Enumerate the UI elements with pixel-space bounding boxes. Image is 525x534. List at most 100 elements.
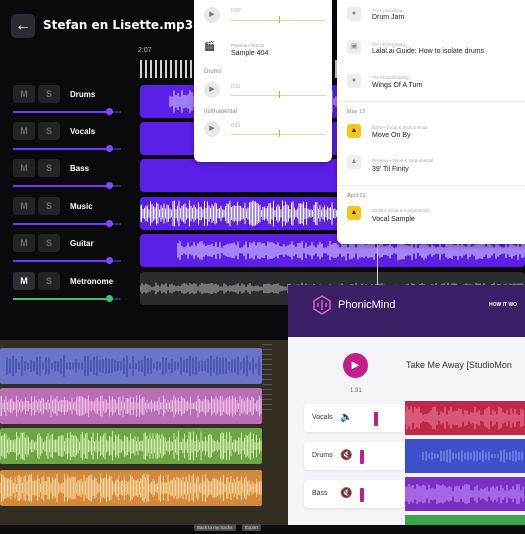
volume-slider[interactable]: [13, 295, 121, 302]
section-label: Instrumental: [204, 109, 238, 115]
waveform-vocals[interactable]: [405, 401, 525, 435]
mute-button[interactable]: M: [13, 197, 35, 215]
mute-button[interactable]: M: [13, 85, 35, 103]
volume-slider[interactable]: [360, 488, 364, 502]
waveform-track-4[interactable]: [0, 470, 262, 506]
date-heading: April 23: [347, 193, 366, 199]
song-title: Take Me Away [StudioMon: [406, 360, 512, 370]
waveform-trace: [405, 406, 524, 430]
waveform-trace: [405, 483, 524, 505]
section-label: Drums: [204, 69, 222, 75]
volume-slider-knob[interactable]: [106, 295, 114, 302]
mute-button[interactable]: M: [13, 122, 35, 140]
solo-button[interactable]: S: [38, 234, 60, 252]
lock-icon: ●: [347, 7, 361, 21]
phonicmind-panel: PhonicMind HOW IT WO ▶ Take Me Away [Stu…: [288, 285, 525, 525]
clapperboard-icon: 🎬: [204, 41, 216, 51]
preview-time: 0:42: [231, 8, 241, 14]
stem-control-drums: Drums 🔇: [304, 442, 404, 470]
waveform-other[interactable]: [405, 515, 525, 525]
song-time: 1:31: [350, 388, 362, 394]
nav-how-it-works[interactable]: HOW IT WO: [489, 302, 517, 308]
solo-button[interactable]: S: [38, 197, 60, 215]
stem-label: Vocals: [312, 414, 333, 421]
scroll-handle[interactable]: [262, 340, 272, 410]
waveform-trace: [6, 355, 260, 377]
play-icon[interactable]: ▶: [204, 82, 220, 98]
volume-slider-knob[interactable]: [106, 182, 114, 189]
waveform-icon: ▲: [347, 206, 361, 220]
track-name-label: Music: [70, 202, 93, 211]
play-icon[interactable]: ▶: [343, 353, 368, 378]
processing-icon: ▣: [347, 40, 361, 54]
item-meta: 7% • Unlocking...: [372, 8, 407, 13]
solo-button[interactable]: S: [38, 85, 60, 103]
waveform-track-1[interactable]: [0, 348, 262, 384]
track-name-label: Drums: [70, 90, 96, 99]
volume-slider[interactable]: [374, 412, 378, 426]
volume-slider[interactable]: [13, 182, 121, 189]
waveform-trace: [0, 431, 262, 461]
volume-slider-fill: [13, 185, 111, 187]
progress-marker: [279, 16, 280, 23]
brand-name[interactable]: PhonicMind: [338, 299, 395, 311]
volume-slider-knob[interactable]: [106, 108, 114, 115]
back-arrow-icon[interactable]: ←: [11, 14, 35, 38]
volume-slider[interactable]: [13, 145, 121, 152]
item-title[interactable]: 39' Til Finity: [372, 166, 409, 173]
multitrack-buttons: Back to my tracks Export: [194, 516, 263, 534]
stem-control-vocals: Vocals 🔈: [304, 404, 404, 432]
volume-slider[interactable]: [13, 257, 121, 264]
item-meta: 7% • Downloading...: [372, 75, 413, 80]
volume-slider-fill: [13, 260, 111, 262]
back-to-tracks-button[interactable]: Back to my tracks: [194, 524, 236, 531]
item-meta: 1% • Processing...: [372, 42, 409, 47]
stem-control-bass: Bass 🔇: [304, 480, 404, 508]
track-name-label: Bass: [70, 164, 90, 173]
volume-slider-fill: [13, 223, 111, 225]
volume-slider-knob[interactable]: [106, 145, 114, 152]
waveform-drums[interactable]: [405, 439, 525, 473]
track-name-label: Vocals: [70, 127, 96, 136]
solo-button[interactable]: S: [38, 272, 60, 290]
timecode: 2:07: [138, 47, 152, 54]
play-icon[interactable]: ▶: [204, 7, 220, 23]
waveform-bass[interactable]: [405, 477, 525, 511]
item-title[interactable]: Move On By: [372, 132, 411, 139]
preview-time: 0:11: [231, 123, 241, 129]
speaker-mute-icon[interactable]: 🔇: [340, 450, 352, 461]
item-title[interactable]: Lalal.ai Guide: How to isolate drums: [372, 48, 484, 55]
speaker-icon[interactable]: 🔈: [340, 412, 352, 423]
waveform-track-3[interactable]: [0, 428, 262, 464]
stem-label: Drums: [312, 452, 333, 459]
volume-slider[interactable]: [360, 450, 364, 464]
volume-slider[interactable]: [13, 108, 121, 115]
divider: [337, 101, 525, 102]
item-title[interactable]: Drum Jam: [372, 14, 404, 21]
volume-slider[interactable]: [13, 220, 121, 227]
volume-slider-knob[interactable]: [106, 257, 114, 264]
waveform-track-2[interactable]: [0, 388, 262, 424]
export-button[interactable]: Export: [241, 524, 261, 531]
mute-button[interactable]: M: [13, 159, 35, 177]
multitrack-editor: [0, 340, 290, 525]
speaker-mute-icon[interactable]: 🔇: [340, 488, 352, 499]
play-icon[interactable]: ▶: [204, 121, 220, 137]
item-title[interactable]: Vocal Sample: [372, 216, 415, 223]
mute-button[interactable]: M: [13, 272, 35, 290]
preview-time: 0:11: [231, 84, 241, 90]
phonicmind-logo-icon[interactable]: [312, 295, 332, 315]
preview-title[interactable]: Sample 404: [231, 50, 268, 57]
solo-button[interactable]: S: [38, 122, 60, 140]
item-meta: Preview • Vocal & Instrumental: [372, 158, 434, 163]
item-title[interactable]: Wings Of A Turn: [372, 82, 423, 89]
waveform-trace: [422, 449, 523, 463]
solo-button[interactable]: S: [38, 159, 60, 177]
file-title: Stefan en Lisette.mp3: [43, 18, 194, 32]
waveform-icon: ▲: [347, 155, 361, 169]
divider: [337, 185, 525, 186]
volume-slider-knob[interactable]: [106, 220, 114, 227]
mute-button[interactable]: M: [13, 234, 35, 252]
waveform-trace: [0, 473, 262, 503]
item-meta: $375 • Vocal & Instrumental: [372, 125, 428, 130]
